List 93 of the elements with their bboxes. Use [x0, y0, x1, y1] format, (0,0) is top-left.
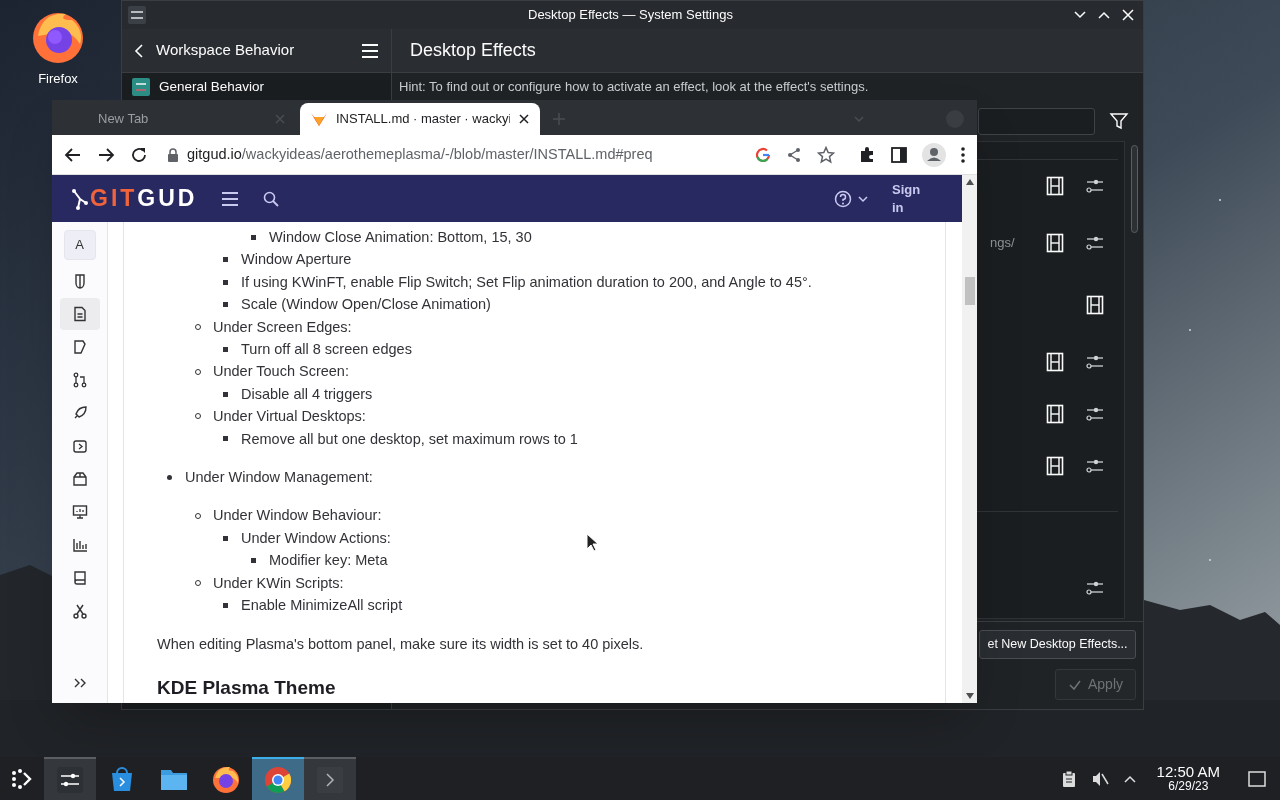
share-icon[interactable]	[786, 146, 802, 163]
sidebar-nav-item[interactable]	[59, 298, 100, 330]
desktop-icon-label[interactable]: Firefox	[38, 69, 78, 89]
list-item-text: Remove all but one desktop, set maximum rows to 1	[241, 429, 578, 449]
merge-icon	[71, 372, 88, 388]
section-heading: KDE Plasma Theme	[156, 676, 337, 700]
scrollbar-thumb[interactable]	[964, 277, 975, 305]
bullet-icon	[223, 346, 228, 352]
address-bar[interactable]: gitgud.io/wackyideas/aerothemeplasma/-/blob/master/INSTALL.md#preq	[167, 139, 740, 170]
project-avatar[interactable]: A	[63, 230, 96, 260]
filter-icon[interactable]	[1109, 111, 1129, 131]
menu-icon[interactable]	[221, 191, 240, 206]
list-item-text: Under Window Management:	[185, 468, 373, 488]
page-title: Desktop Effects	[410, 39, 536, 62]
logo-icon	[72, 187, 88, 210]
search-field[interactable]	[978, 107, 1095, 135]
bullet-icon	[251, 558, 256, 563]
bullet-icon	[223, 535, 228, 541]
window-title: Desktop Effects — System Settings	[528, 6, 733, 25]
back-icon[interactable]	[64, 145, 82, 164]
list-item-text: If using KWinFT, enable Flip Switch; Set Flip animation duration to 200, and Angle to 45°.	[241, 272, 812, 292]
avatar-icon[interactable]	[922, 142, 946, 167]
file-icon	[71, 306, 88, 322]
bullet-icon	[223, 279, 228, 285]
bullet-icon	[223, 436, 228, 442]
browser-tab[interactable]: New Tab	[60, 103, 300, 135]
star-icon[interactable]	[817, 145, 835, 164]
list-item-text: Under Window Actions:	[241, 528, 391, 548]
scroll-up-icon[interactable]	[965, 179, 974, 185]
show-desktop-icon[interactable]	[1248, 770, 1266, 787]
extensions-icon[interactable]	[858, 145, 876, 164]
sidebar-header: Workspace Behavior	[156, 40, 295, 61]
clipboard-icon[interactable]	[1060, 769, 1077, 788]
film-icon[interactable]	[1084, 294, 1106, 316]
book-icon	[71, 570, 88, 586]
caret-icon[interactable]	[858, 193, 868, 204]
bullet-icon	[251, 234, 256, 240]
app-icon	[126, 4, 148, 26]
bullet-icon	[223, 301, 228, 307]
mouse-pointer-icon	[586, 533, 599, 552]
film-icon[interactable]	[1044, 403, 1066, 425]
clock[interactable]: 12:50 AM 6/29/23	[1156, 763, 1220, 794]
list-item-text: Disable all 4 triggers	[241, 384, 373, 404]
caret-up-icon[interactable]	[1122, 773, 1137, 784]
scrollbar-thumb[interactable]	[1130, 145, 1138, 233]
close-icon[interactable]	[518, 113, 530, 125]
list-item-text: Under Screen Edges:	[213, 317, 352, 337]
list-item-text: Scale (Window Open/Close Animation)	[241, 295, 491, 315]
get-new-effects-button[interactable]: et New Desktop Effects...	[979, 630, 1136, 659]
deploy-icon	[71, 438, 88, 454]
back-icon[interactable]	[132, 42, 146, 59]
reload-icon[interactable]	[130, 145, 148, 164]
list-item-text: Enable MinimizeAll script	[241, 596, 403, 616]
list-item-text: Window Aperture	[241, 250, 352, 270]
sidebar-item[interactable]: General Behavior	[122, 73, 391, 101]
google-icon[interactable]	[755, 146, 771, 163]
effect-row[interactable]: ngs/	[980, 212, 1106, 274]
expand-icon[interactable]	[72, 677, 87, 689]
site-logo[interactable]: GITGUD	[90, 181, 198, 216]
monitor-icon	[71, 504, 88, 520]
lock-icon	[167, 147, 179, 162]
list-item-text: Modifier key: Meta	[269, 551, 388, 571]
bullet-icon	[167, 474, 172, 480]
list-item-text: Window Close Animation: Bottom, 15, 30	[269, 228, 532, 247]
help-icon[interactable]	[834, 189, 852, 208]
film-icon[interactable]	[1044, 351, 1066, 373]
list-item-text: Turn off all 8 screen edges	[241, 340, 412, 360]
sign-in-link[interactable]: Sign in	[892, 180, 924, 217]
list-item-text: Under Window Behaviour:	[213, 506, 382, 526]
chart-icon	[71, 537, 88, 553]
paragraph: When editing Plasma's bottom panel, make sure its width is set to 40 pixels.	[156, 634, 645, 654]
forward-icon[interactable]	[97, 145, 115, 164]
list-item-text: Under Touch Screen:	[213, 362, 349, 382]
package-icon	[71, 471, 88, 487]
scissors-icon	[71, 603, 88, 619]
film-icon[interactable]	[1044, 232, 1066, 254]
taskbar-button[interactable]	[44, 757, 96, 800]
bullet-icon	[223, 391, 228, 397]
issue-icon	[71, 339, 88, 355]
list-item-text: Under KWin Scripts:	[213, 573, 344, 593]
more-icon[interactable]	[961, 146, 965, 163]
list-item-text: Under Virtual Desktops:	[213, 407, 366, 427]
browser-tab[interactable]: INSTALL.md · master · wackyi	[300, 103, 540, 135]
film-icon[interactable]	[1044, 455, 1066, 477]
side-panel-icon[interactable]	[891, 146, 907, 163]
effect-description: ngs/	[990, 234, 1015, 253]
hint-text: Hint: To find out or configure how to activate an effect, look at the effect's settings.	[399, 78, 869, 97]
sliders-icon	[132, 78, 150, 96]
film-icon[interactable]	[1044, 175, 1066, 197]
search-icon[interactable]	[263, 190, 280, 207]
bullet-icon	[223, 257, 228, 263]
launcher-icon[interactable]	[10, 766, 34, 791]
bullet-icon	[223, 602, 228, 608]
